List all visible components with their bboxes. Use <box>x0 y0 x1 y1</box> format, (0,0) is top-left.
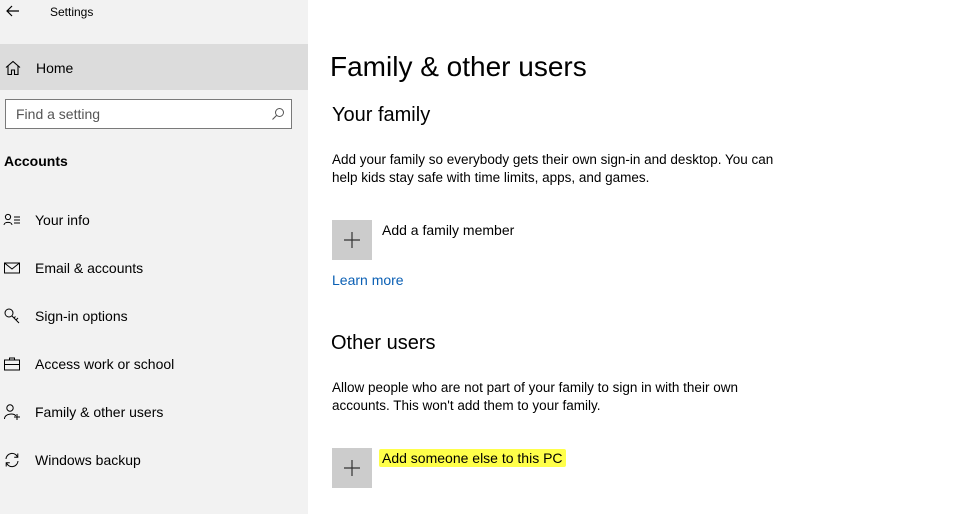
search-box <box>5 99 292 129</box>
sidebar-item-label: Access work or school <box>35 356 175 372</box>
plus-icon <box>344 460 360 476</box>
sidebar-item-label: Family & other users <box>35 404 164 420</box>
person-add-icon <box>3 403 21 421</box>
title-bar: Settings <box>0 0 308 28</box>
sidebar-item-label: Email & accounts <box>35 260 144 276</box>
add-someone-else-button[interactable]: Add someone else to this PC <box>332 448 732 488</box>
other-users-description: Allow people who are not part of your fa… <box>332 380 738 413</box>
plus-icon <box>344 232 360 248</box>
your-family-heading: Your family <box>332 104 431 126</box>
sidebar-item-label: Sign-in options <box>35 308 128 324</box>
sidebar-section-title: Accounts <box>4 153 68 169</box>
add-tile <box>332 448 372 488</box>
learn-more-link[interactable]: Learn more <box>332 272 404 288</box>
sidebar-item-family-other-users[interactable]: Family & other users <box>0 392 308 432</box>
sidebar-item-your-info[interactable]: Your info <box>0 200 308 240</box>
sidebar-item-email-accounts[interactable]: Email & accounts <box>0 248 308 288</box>
add-family-member-label: Add a family member <box>382 222 515 238</box>
add-someone-else-label: Add someone else to this PC <box>379 449 566 467</box>
add-family-member-button[interactable]: Add a family member <box>332 220 732 260</box>
sidebar-item-home[interactable]: Home <box>0 44 308 90</box>
main-content: Family & other users Your family Add you… <box>308 0 969 514</box>
sidebar-item-windows-backup[interactable]: Windows backup <box>0 440 308 480</box>
back-button[interactable] <box>4 2 22 20</box>
briefcase-icon <box>3 355 21 373</box>
your-family-description: Add your family so everybody gets their … <box>332 152 774 185</box>
sidebar-item-label: Home <box>36 60 74 76</box>
page-title: Family & other users <box>330 51 587 82</box>
highlight-mark: Add someone else to this PC <box>379 449 566 467</box>
key-icon <box>3 307 21 325</box>
search-icon[interactable] <box>271 107 285 121</box>
add-tile <box>332 220 372 260</box>
sidebar-item-label: Your info <box>35 212 90 228</box>
window-title: Settings <box>50 5 94 19</box>
sidebar-item-sign-in-options[interactable]: Sign-in options <box>0 296 308 336</box>
sidebar-item-label: Windows backup <box>35 452 141 468</box>
other-users-heading: Other users <box>331 332 436 354</box>
back-arrow-icon <box>6 5 19 17</box>
sidebar: Settings Home Accounts Your info <box>0 0 308 514</box>
search-input[interactable] <box>6 100 261 128</box>
sync-icon <box>3 451 21 469</box>
person-card-icon <box>3 211 21 229</box>
home-icon <box>4 59 22 77</box>
sidebar-item-access-work[interactable]: Access work or school <box>0 344 308 384</box>
mail-icon <box>3 259 21 277</box>
